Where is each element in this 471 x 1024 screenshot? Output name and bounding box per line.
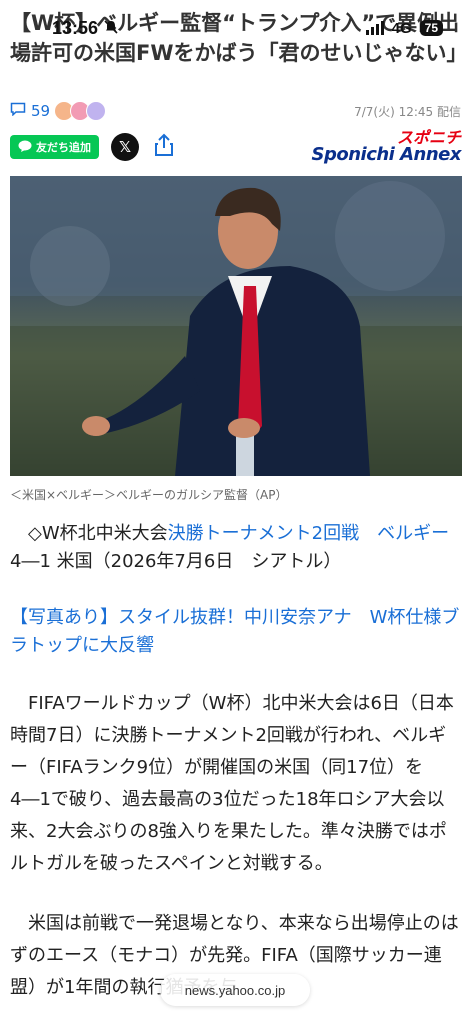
article-intro: ◇W杯北中米大会決勝トーナメント2回戦 ベルギー 4―1 米国（2026年7月6… xyxy=(10,520,461,576)
reaction-face-icon xyxy=(86,101,107,121)
intro-gap xyxy=(359,523,377,544)
sponichi-annex-logo[interactable]: スポニチ Sponichi Annex xyxy=(312,130,462,164)
browser-url-bar[interactable]: news.yahoo.co.jp xyxy=(160,974,310,1006)
intro-rest: 4―1 米国（2026年7月6日 シアトル） xyxy=(10,551,342,572)
status-time-group: 13:56 xyxy=(52,18,118,39)
share-button[interactable] xyxy=(151,133,177,161)
x-logo-icon: 𝕏 xyxy=(118,138,132,156)
article-body: ◇W杯北中米大会決勝トーナメント2回戦 ベルギー 4―1 米国（2026年7月6… xyxy=(10,520,461,1004)
status-time: 13:56 xyxy=(52,17,99,38)
article-paragraph: FIFAワールドカップ（W杯）北中米大会は6日（日本時間7日）に決勝トーナメント… xyxy=(10,693,454,874)
cellular-signal-icon xyxy=(365,21,384,35)
x-share-button[interactable]: 𝕏 xyxy=(111,133,139,161)
share-icon xyxy=(154,133,174,161)
related-article-link[interactable]: 【写真あり】スタイル抜群！中川安奈アナ W杯仕様ブラトップに大反響 xyxy=(10,604,461,660)
team-link-belgium[interactable]: ベルギー xyxy=(377,523,449,544)
url-text: news.yahoo.co.jp xyxy=(184,982,286,998)
line-add-friend-button[interactable]: 友だち追加 xyxy=(10,135,99,159)
photo-caption: ＜米国×ベルギー＞ベルギーのガルシア監督（AP） xyxy=(10,488,288,502)
comment-icon xyxy=(10,102,26,120)
silent-mode-icon xyxy=(104,18,118,39)
coach-photo-illustration xyxy=(10,176,462,476)
network-type: 4G xyxy=(391,19,412,37)
publish-date: 7/7(火) 12:45 配信 xyxy=(354,104,461,119)
share-row: 友だち追加 𝕏 スポニチ Sponichi Annex xyxy=(10,130,462,164)
battery-icon: 75 xyxy=(419,20,443,36)
line-logo-icon xyxy=(18,140,32,155)
logo-en: Sponichi Annex xyxy=(311,144,462,165)
status-bar: 13:56 4G 75 xyxy=(0,0,471,56)
tournament-round-link[interactable]: 決勝トーナメント2回戦 xyxy=(168,523,359,544)
comment-count: 59 xyxy=(31,102,51,120)
status-indicators: 4G 75 xyxy=(365,19,443,37)
comments-link[interactable]: 59 xyxy=(10,102,50,120)
intro-prefix: ◇W杯北中米大会 xyxy=(28,523,168,544)
line-button-label: 友だち追加 xyxy=(36,141,91,154)
article-photo[interactable] xyxy=(10,176,462,476)
reaction-faces[interactable] xyxy=(54,101,107,121)
article-meta: 59 7/7(火) 12:45 配信 xyxy=(10,100,461,122)
